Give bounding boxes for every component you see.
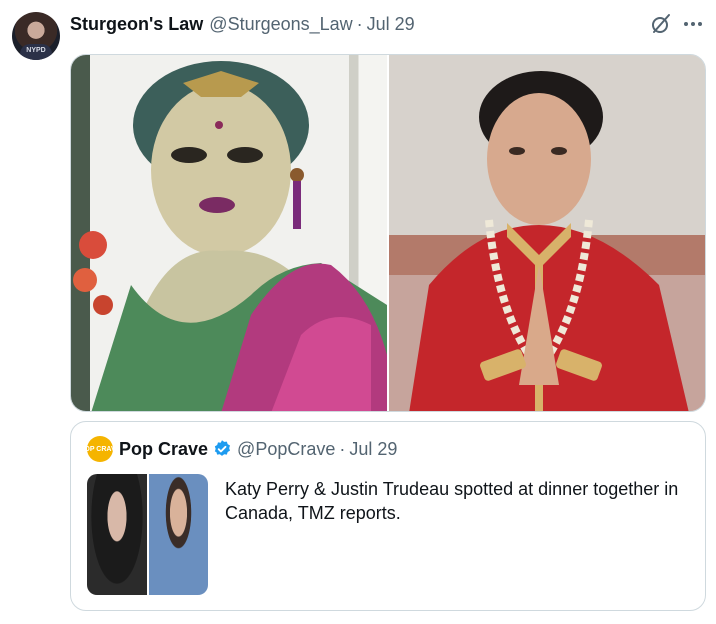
post-header: Sturgeon's Law @Sturgeons_Law · Jul 29 [70, 12, 415, 36]
grok-icon[interactable] [649, 12, 673, 36]
quoted-separator-dot: · [339, 438, 346, 459]
author-avatar[interactable]: NYPD [12, 12, 60, 60]
quoted-post-text: Katy Perry & Justin Trudeau spotted at d… [225, 479, 679, 523]
photo-left-art [73, 61, 387, 411]
pop-crave-logo[interactable]: POP CRAVE [80, 436, 120, 462]
quoted-author-name[interactable]: Pop Crave [119, 439, 208, 460]
quoted-post[interactable]: POP CRAVE Pop Crave @PopCrave · Jul 29 K… [70, 421, 706, 611]
separator-dot: · [356, 13, 363, 34]
quoted-post-date[interactable]: Jul 29 [349, 439, 397, 460]
more-icon[interactable] [680, 12, 706, 36]
author-name[interactable]: Sturgeon's Law [70, 14, 203, 35]
photo-justin-trudeau[interactable] [389, 55, 705, 411]
quoted-post-header: POP CRAVE Pop Crave @PopCrave · Jul 29 [80, 436, 397, 462]
thumbnail-justin-trudeau [148, 474, 208, 595]
quoted-author-handle[interactable]: @PopCrave [237, 439, 335, 460]
post-date[interactable]: Jul 29 [367, 14, 415, 35]
verified-badge-icon [214, 440, 231, 456]
quoted-post-thumbnail[interactable] [87, 474, 208, 595]
photo-katy-perry[interactable] [71, 55, 387, 411]
post-media [70, 54, 706, 412]
author-handle[interactable]: @Sturgeons_Law [209, 14, 352, 35]
thumbnail-katy-perry [87, 474, 147, 595]
photo-right-art [389, 55, 705, 411]
avatar-shirt-text: NYPD [20, 44, 52, 60]
